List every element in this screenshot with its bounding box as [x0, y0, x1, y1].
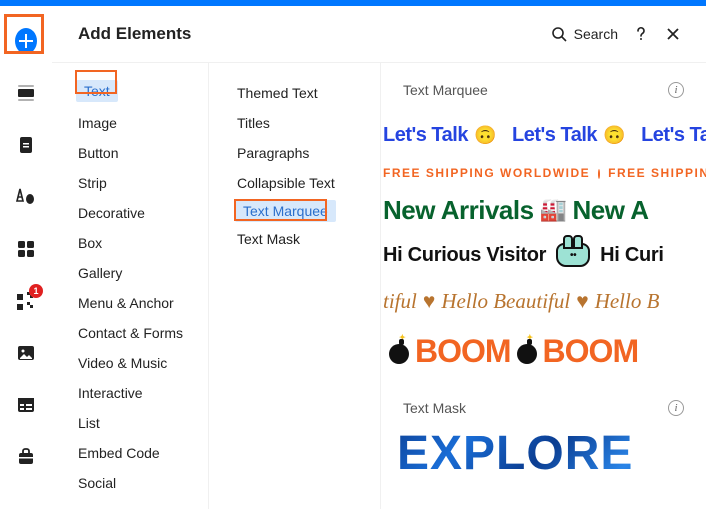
- category-video-music[interactable]: Video & Music: [52, 348, 208, 378]
- marquee-text: tiful: [383, 289, 417, 314]
- page-icon[interactable]: [15, 134, 37, 156]
- category-social[interactable]: Social: [52, 468, 208, 498]
- category-gallery[interactable]: Gallery: [52, 258, 208, 288]
- category-embed-code[interactable]: Embed Code: [52, 438, 208, 468]
- marquee-sample-free-shipping[interactable]: FREE SHIPPING WORLDWIDE FREE SHIPPIN: [381, 158, 706, 188]
- notification-badge: 1: [29, 284, 43, 298]
- media-icon[interactable]: [15, 342, 37, 364]
- subcategory-text-marquee[interactable]: Text Marquee: [235, 200, 336, 222]
- search-icon: [550, 25, 568, 43]
- category-list-item[interactable]: List: [52, 408, 208, 438]
- apps-icon[interactable]: [15, 238, 37, 260]
- integrations-icon[interactable]: 1: [15, 290, 37, 312]
- category-button[interactable]: Button: [52, 138, 208, 168]
- marquee-text: New A: [572, 195, 648, 226]
- marquee-text: Hello B: [595, 289, 660, 314]
- bomb-icon: [517, 344, 537, 364]
- section-mask-title: Text Mask: [403, 400, 466, 416]
- section-marquee-head: Text Marquee i: [381, 78, 706, 112]
- ellipse-icon: [598, 169, 600, 179]
- info-icon[interactable]: i: [668, 82, 684, 98]
- marquee-text: Hi Curi: [600, 244, 663, 267]
- category-box[interactable]: Box: [52, 228, 208, 258]
- heart-icon: ♥: [576, 289, 588, 314]
- bunny-icon: ••: [556, 243, 590, 267]
- section-mask-head: Text Mask i: [381, 396, 706, 430]
- close-icon: [664, 25, 682, 43]
- category-decorative[interactable]: Decorative: [52, 198, 208, 228]
- marquee-text: Let's Talk: [512, 124, 597, 147]
- marquee-text: Hi Curious Visitor: [383, 244, 546, 267]
- marquee-text: FREE SHIPPIN: [608, 166, 706, 180]
- upside-down-face-icon: 🙃: [474, 125, 496, 146]
- category-menu-anchor[interactable]: Menu & Anchor: [52, 288, 208, 318]
- strip-icon[interactable]: [15, 82, 37, 104]
- marquee-text: Hello Beautiful: [441, 289, 570, 314]
- marquee-sample-new-arrivals[interactable]: New Arrivals 🏭 New A: [381, 188, 706, 232]
- left-sidebar: 1: [0, 6, 52, 510]
- category-list: Text Image Button Strip Decorative Box G…: [52, 63, 208, 509]
- category-strip[interactable]: Strip: [52, 168, 208, 198]
- subcategory-text-mask[interactable]: Text Mask: [209, 224, 380, 254]
- bomb-icon: [389, 344, 409, 364]
- info-icon[interactable]: i: [668, 400, 684, 416]
- add-icon[interactable]: [15, 30, 37, 52]
- panel-body: Text Image Button Strip Decorative Box G…: [52, 63, 706, 509]
- marquee-sample-lets-talk[interactable]: Let's Talk 🙃 Let's Talk 🙃 Let's Talk: [381, 112, 706, 158]
- section-marquee-title: Text Marquee: [403, 82, 488, 98]
- factory-icon: 🏭: [540, 197, 567, 223]
- marquee-text: BOOM: [415, 333, 511, 370]
- upside-down-face-icon: 🙃: [603, 125, 625, 146]
- panel-title: Add Elements: [78, 24, 536, 44]
- search-label: Search: [574, 26, 618, 42]
- marquee-sample-boom[interactable]: BOOM BOOM: [381, 324, 706, 378]
- data-icon[interactable]: [15, 394, 37, 416]
- heart-icon: ♥: [423, 289, 435, 314]
- category-contact-forms[interactable]: Contact & Forms: [52, 318, 208, 348]
- business-icon[interactable]: [15, 446, 37, 468]
- text-mask-sample-explore[interactable]: EXPLORE: [381, 430, 706, 478]
- help-button[interactable]: [632, 25, 650, 43]
- marquee-text: New Arrivals: [383, 195, 534, 226]
- preview-column: Text Marquee i Let's Talk 🙃 Let's Talk 🙃…: [380, 63, 706, 509]
- marquee-text: FREE SHIPPING WORLDWIDE: [383, 166, 590, 180]
- panel-header: Add Elements Search: [52, 6, 706, 63]
- category-image[interactable]: Image: [52, 108, 208, 138]
- marquee-text: Let's Talk: [641, 124, 706, 147]
- design-icon[interactable]: [15, 186, 37, 208]
- add-elements-panel: Add Elements Search Text Image Button St…: [52, 6, 706, 510]
- category-interactive[interactable]: Interactive: [52, 378, 208, 408]
- close-button[interactable]: [664, 25, 682, 43]
- subcategory-themed-text[interactable]: Themed Text: [209, 78, 380, 108]
- marquee-text: BOOM: [543, 333, 639, 370]
- help-icon: [632, 25, 650, 43]
- subcategory-titles[interactable]: Titles: [209, 108, 380, 138]
- marquee-text: Let's Talk: [383, 124, 468, 147]
- subcategory-list: Themed Text Titles Paragraphs Collapsibl…: [208, 63, 380, 509]
- marquee-sample-hello-beautiful[interactable]: tiful ♥ Hello Beautiful ♥ Hello B: [381, 278, 706, 324]
- subcategory-collapsible-text[interactable]: Collapsible Text: [209, 168, 380, 198]
- search-button[interactable]: Search: [550, 25, 618, 43]
- subcategory-paragraphs[interactable]: Paragraphs: [209, 138, 380, 168]
- marquee-sample-curious[interactable]: Hi Curious Visitor •• Hi Curi: [381, 232, 706, 278]
- category-text[interactable]: Text: [76, 80, 118, 102]
